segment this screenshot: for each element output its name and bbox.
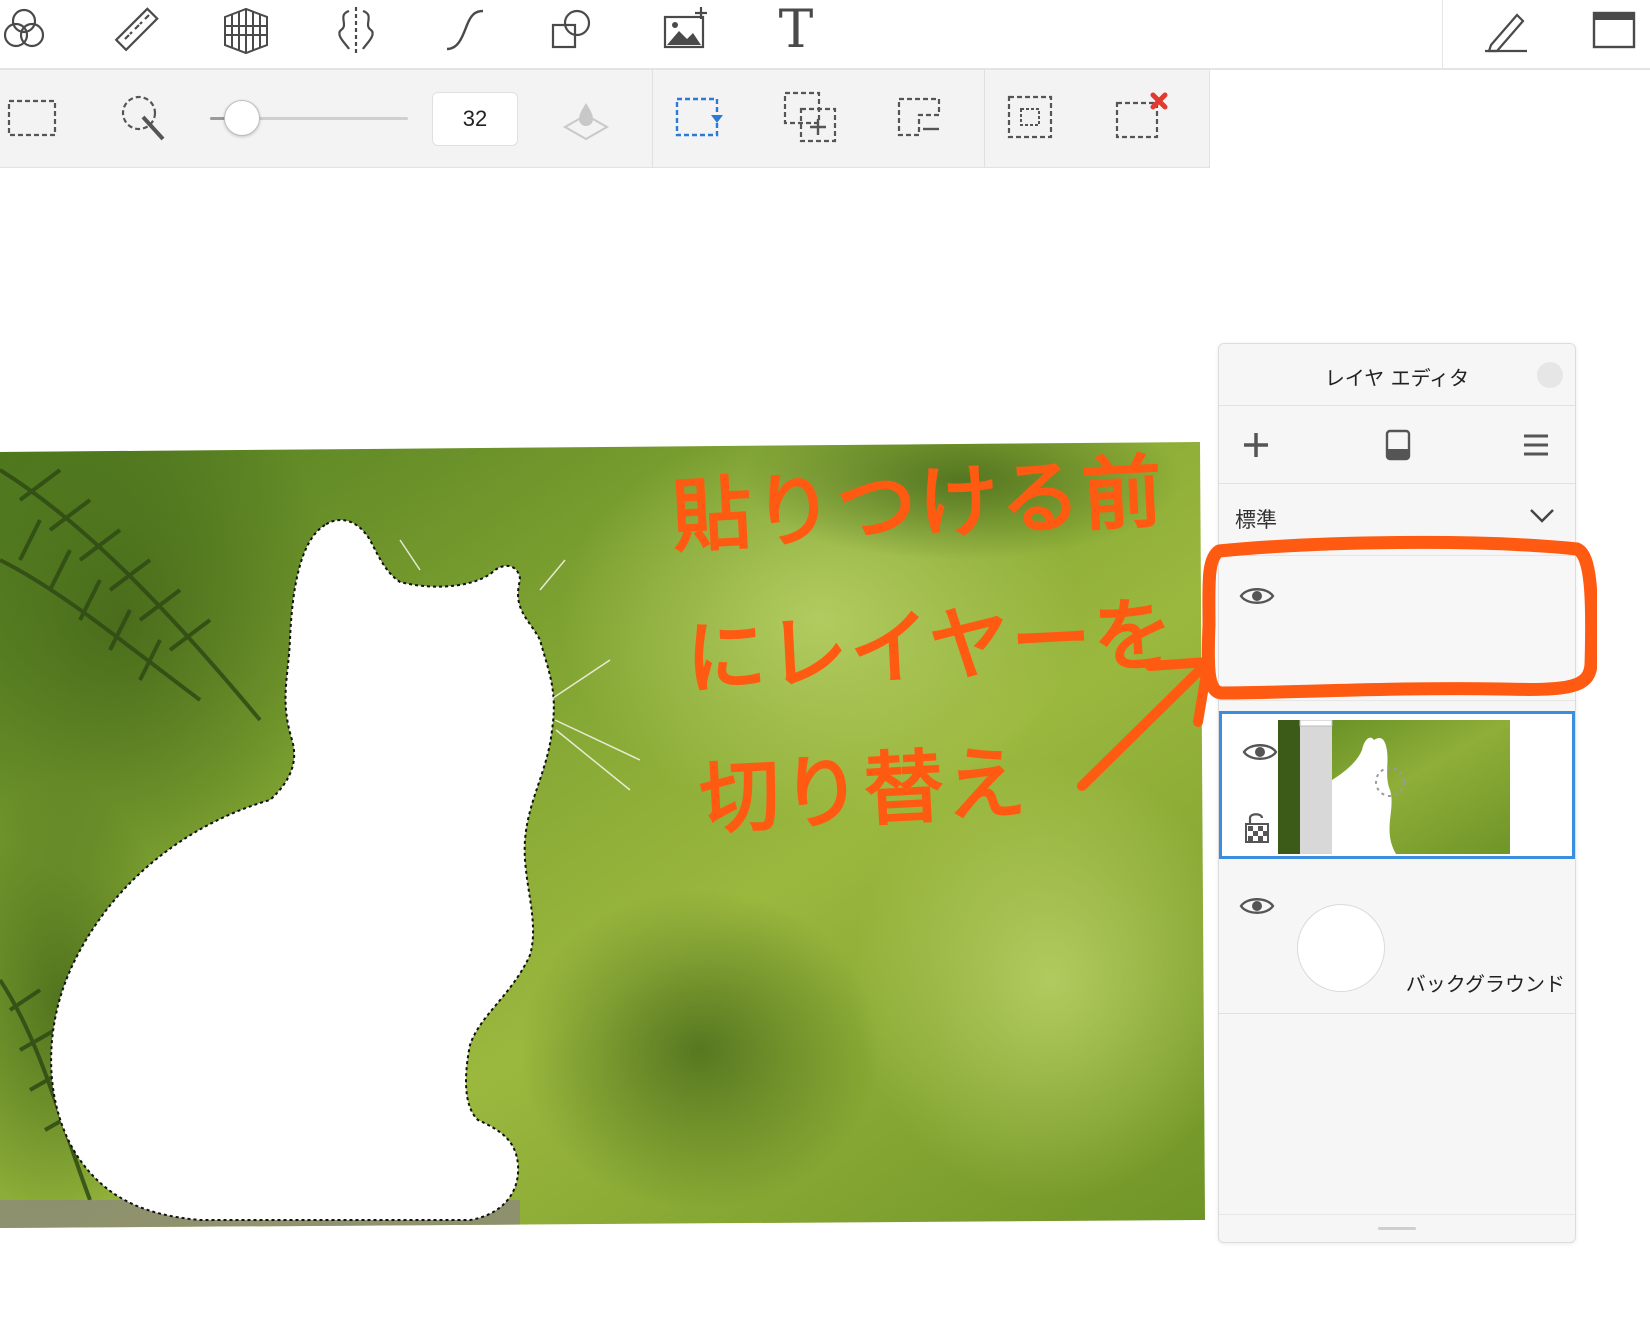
blend-mode-button[interactable] — [0, 0, 56, 60]
layer-thumbnail — [1278, 720, 1510, 854]
intersect-selection-button[interactable] — [992, 82, 1068, 154]
intersect-selection-icon — [1007, 95, 1053, 139]
symmetry-icon — [338, 7, 374, 53]
brush-size-input[interactable] — [432, 92, 518, 146]
menu-icon — [1524, 434, 1548, 456]
cat-selection — [50, 519, 555, 1221]
text-tool-button[interactable]: T — [764, 0, 828, 60]
toolbar-divider — [1442, 0, 1443, 68]
eye-icon[interactable] — [1242, 740, 1278, 764]
annotation-line-3: 切り替え — [697, 735, 1030, 846]
layer-item-empty[interactable] — [1219, 555, 1575, 701]
eye-icon[interactable] — [1239, 584, 1275, 608]
feather-button[interactable] — [548, 82, 624, 154]
layer-actions — [1219, 406, 1575, 484]
layer-menu-button[interactable] — [1511, 420, 1561, 470]
rect-select-button[interactable] — [0, 82, 70, 154]
panel-title: レイヤ エディタ — [1324, 366, 1470, 390]
curve-button[interactable] — [432, 0, 496, 60]
add-image-icon — [663, 7, 707, 49]
panel-close-button[interactable] — [1537, 362, 1563, 388]
curve-icon — [446, 9, 484, 51]
annotation-line-1: 貼りつける前 — [669, 445, 1167, 564]
layer-editor-panel: レイヤ エディタ 標準 バックグラウンド — [1218, 343, 1576, 1243]
panel-resize-grip[interactable] — [1378, 1227, 1416, 1230]
panel-footer — [1219, 1214, 1575, 1242]
add-layer-button[interactable] — [1231, 420, 1281, 470]
layer-properties-icon — [1385, 429, 1411, 461]
blend-mode-label: 標準 — [1235, 508, 1277, 532]
window-icon — [1592, 11, 1636, 49]
pen-settings-button[interactable] — [1474, 0, 1538, 60]
top-toolbar: T — [0, 0, 1650, 70]
deselect-icon — [1115, 92, 1168, 139]
pen-settings-icon — [1485, 13, 1527, 53]
magic-wand-icon — [121, 95, 165, 141]
chevron-down-icon — [1530, 509, 1554, 523]
add-selection-icon — [783, 91, 837, 143]
shapes-button[interactable] — [540, 0, 604, 60]
shapes-icon — [551, 9, 591, 49]
ruler-button[interactable] — [104, 0, 168, 60]
layer-item-background[interactable]: バックグラウンド — [1219, 864, 1575, 1014]
new-selection-button[interactable] — [662, 82, 738, 154]
feather-drop-icon — [562, 103, 610, 141]
perspective-grid-icon — [224, 7, 268, 55]
panel-header: レイヤ エディタ — [1219, 344, 1575, 406]
add-image-button[interactable] — [654, 0, 718, 60]
deselect-button[interactable] — [1102, 82, 1178, 154]
subtract-selection-button[interactable] — [882, 82, 958, 154]
blend-mode-icon — [3, 8, 45, 48]
plus-icon — [1244, 433, 1268, 457]
annotation-line-2: にレイヤーを — [683, 587, 1178, 706]
new-selection-icon — [675, 97, 723, 137]
lock-icon[interactable] — [1244, 810, 1270, 844]
window-mode-button[interactable] — [1582, 0, 1646, 60]
brush-size-slider-thumb[interactable] — [223, 100, 260, 136]
magic-wand-select-button[interactable] — [106, 82, 182, 154]
blend-mode-dropdown[interactable]: 標準 — [1219, 484, 1575, 544]
selection-options-bar — [0, 70, 1210, 168]
background-color-swatch[interactable] — [1297, 904, 1385, 992]
symmetry-button[interactable] — [324, 0, 388, 60]
layer-item-photo[interactable] — [1219, 711, 1575, 859]
add-selection-button[interactable] — [772, 82, 848, 154]
options-divider-2 — [984, 70, 985, 168]
perspective-grid-button[interactable] — [214, 0, 278, 60]
layer-properties-button[interactable] — [1373, 420, 1423, 470]
subtract-selection-icon — [897, 97, 941, 137]
layer-name: バックグラウンド — [1405, 972, 1565, 996]
eye-icon[interactable] — [1239, 894, 1275, 918]
rect-select-icon — [7, 99, 57, 137]
ruler-icon — [114, 7, 159, 52]
text-icon: T — [778, 0, 814, 60]
options-divider — [652, 70, 653, 168]
